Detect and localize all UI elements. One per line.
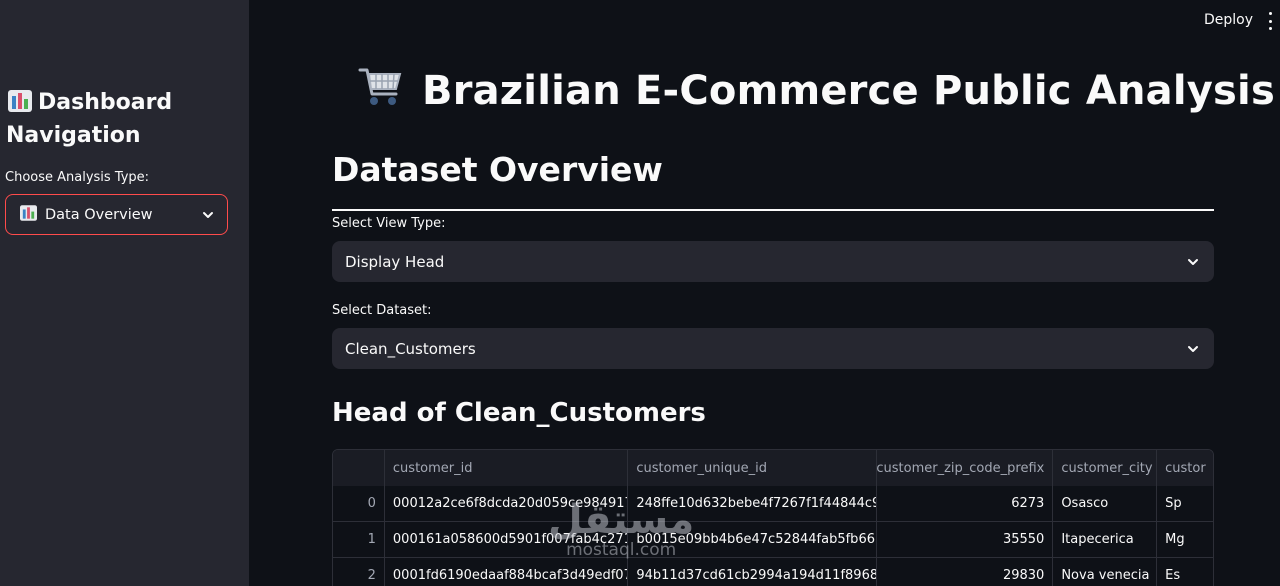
column-header[interactable]: customer_city (1053, 450, 1158, 486)
table-cell[interactable]: 29830 (877, 558, 1054, 586)
deploy-button[interactable]: Deploy (1196, 10, 1261, 30)
data-table[interactable]: customer_id customer_unique_id customer_… (332, 449, 1214, 586)
shopping-cart-icon (358, 64, 404, 118)
view-type-value: Display Head (345, 252, 445, 271)
view-type-label: Select View Type: (332, 216, 446, 231)
table-title: Head of Clean_Customers (332, 398, 706, 428)
table-cell[interactable]: 35550 (877, 522, 1054, 557)
table-row: 0 00012a2ce6f8dcda20d059ce98491703 248ff… (333, 486, 1213, 522)
table-cell[interactable]: Itapecerica (1053, 522, 1158, 557)
table-cell[interactable]: 248ffe10d632bebe4f7267f1f44844c9 (628, 486, 877, 521)
kebab-menu-icon[interactable] (1264, 12, 1276, 30)
view-type-select[interactable]: Display Head (332, 241, 1214, 282)
analysis-type-value: Data Overview (45, 206, 153, 223)
chevron-down-icon (203, 211, 213, 218)
sidebar-title: Dashboard Navigation (6, 90, 173, 148)
table-cell[interactable]: 94b11d37cd61cb2994a194d11f89682b (628, 558, 877, 586)
bar-chart-icon (20, 204, 37, 225)
row-index: 1 (333, 522, 385, 557)
table-row: 2 0001fd6190edaaf884bcaf3d49edf079 94b11… (333, 558, 1213, 586)
sidebar: Dashboard Navigation Choose Analysis Typ… (0, 0, 249, 586)
dataset-select[interactable]: Clean_Customers (332, 328, 1214, 369)
column-header[interactable]: customer_zip_code_prefix (876, 450, 1054, 486)
table-cell[interactable]: Nova venecia (1053, 558, 1158, 586)
table-row: 1 000161a058600d5901f007fab4c27140 b0015… (333, 522, 1213, 558)
dataset-value: Clean_Customers (345, 339, 476, 358)
page-title: Brazilian E-Commerce Public Analysis (358, 64, 1275, 118)
chevron-down-icon (1188, 258, 1198, 265)
chevron-down-icon (1188, 345, 1198, 352)
table-cell[interactable]: b0015e09bb4b6e47c52844fab5fb6638 (628, 522, 877, 557)
table-cell[interactable]: Osasco (1053, 486, 1158, 521)
column-header[interactable]: customer_unique_id (628, 450, 877, 486)
table-header-row: customer_id customer_unique_id customer_… (333, 450, 1213, 486)
table-cell[interactable]: 000161a058600d5901f007fab4c27140 (385, 522, 629, 557)
section-title: Dataset Overview (332, 150, 663, 189)
table-cell[interactable]: 6273 (877, 486, 1054, 521)
column-header[interactable]: customer_id (384, 450, 629, 486)
dataset-label: Select Dataset: (332, 303, 432, 318)
analysis-type-select[interactable]: Data Overview (5, 194, 228, 235)
column-header[interactable]: custor (1157, 450, 1213, 486)
row-index: 0 (333, 486, 385, 521)
table-cell[interactable]: Es (1157, 558, 1213, 586)
table-cell[interactable]: 00012a2ce6f8dcda20d059ce98491703 (385, 486, 629, 521)
divider (332, 209, 1214, 211)
analysis-type-label: Choose Analysis Type: (5, 170, 150, 185)
row-index: 2 (333, 558, 385, 586)
table-cell[interactable]: Sp (1157, 486, 1213, 521)
column-header-index[interactable] (333, 450, 385, 486)
table-cell[interactable]: Mg (1157, 522, 1213, 557)
bar-chart-icon (8, 90, 32, 121)
table-cell[interactable]: 0001fd6190edaaf884bcaf3d49edf079 (385, 558, 629, 586)
